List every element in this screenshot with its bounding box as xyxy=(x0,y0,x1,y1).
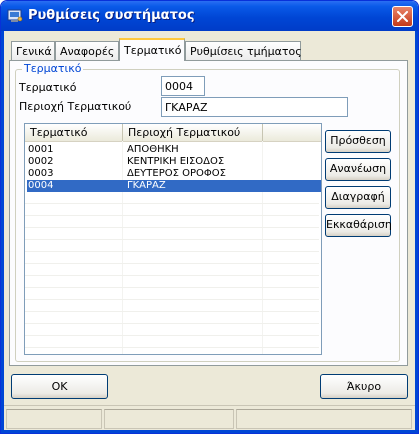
row-code: 0003 xyxy=(28,168,54,179)
empty-row-line xyxy=(25,251,319,252)
empty-row-line xyxy=(25,215,319,216)
row-area: ΔΕΥΤΕΡΟΣ ΟΡΟΦΟΣ xyxy=(127,168,226,179)
status-pane xyxy=(104,409,234,429)
tab-terminal[interactable]: Τερματικό xyxy=(119,38,185,61)
cancel-button[interactable]: Άκυρο xyxy=(320,374,408,399)
status-bar xyxy=(4,405,415,431)
table-row[interactable]: 0001 ΑΠΟΘΗΚΗ xyxy=(27,144,321,156)
window-frame-right xyxy=(415,31,418,433)
close-button[interactable] xyxy=(392,6,413,27)
empty-row-line xyxy=(25,335,319,336)
tab-general[interactable]: Γενικά xyxy=(11,41,55,60)
settings-window: Ρυθμίσεις συστήματος Γενικά Αναφορές Τερ… xyxy=(0,0,419,434)
row-code: 0004 xyxy=(28,180,54,191)
empty-row-line xyxy=(25,299,319,300)
status-pane xyxy=(236,409,412,429)
row-area: ΓΚΑΡΑΖ xyxy=(127,180,166,191)
empty-row-line xyxy=(25,239,319,240)
title-bar[interactable]: Ρυθμίσεις συστήματος xyxy=(1,1,418,31)
delete-button[interactable]: Διαγραφή xyxy=(325,186,391,209)
terminal-list[interactable]: Τερματικό Περιοχή Τερματικού 0001 ΑΠΟΘΗΚ… xyxy=(24,123,322,355)
add-button[interactable]: Πρόσθεση xyxy=(325,130,391,153)
empty-row-line xyxy=(25,287,319,288)
refresh-button[interactable]: Ανανέωση xyxy=(325,158,391,181)
terminal-area-field[interactable]: ΓΚΑΡΑΖ xyxy=(161,97,348,117)
row-code: 0002 xyxy=(28,156,54,167)
app-window-icon xyxy=(7,9,23,23)
terminal-area-label: Περιοχή Τερματικού xyxy=(19,100,132,113)
status-pane xyxy=(6,409,102,429)
table-row-selected[interactable]: 0004 ΓΚΑΡΑΖ xyxy=(27,180,321,192)
terminal-field[interactable]: 0004 xyxy=(161,76,205,96)
table-row[interactable]: 0003 ΔΕΥΤΕΡΟΣ ΟΡΟΦΟΣ xyxy=(27,168,321,180)
ok-button[interactable]: OK xyxy=(11,374,108,399)
empty-row-line xyxy=(25,275,319,276)
close-icon xyxy=(397,11,408,22)
empty-row-line xyxy=(25,311,319,312)
empty-row-line xyxy=(25,347,319,348)
empty-row-line xyxy=(25,203,319,204)
column-header-terminal[interactable]: Τερματικό xyxy=(25,124,123,141)
row-area: ΚΕΝΤΡΙΚΗ ΕΙΣΟΔΟΣ xyxy=(127,156,225,167)
empty-row-line xyxy=(25,263,319,264)
window-frame-left xyxy=(1,31,4,433)
clear-button[interactable]: Εκκαθάριση xyxy=(325,214,392,237)
empty-row-line xyxy=(25,323,319,324)
group-legend: Τερματικό xyxy=(22,62,84,75)
window-title: Ρυθμίσεις συστήματος xyxy=(28,8,195,23)
column-header-area[interactable]: Περιοχή Τερματικού xyxy=(123,124,263,141)
list-header: Τερματικό Περιοχή Τερματικού xyxy=(25,124,321,142)
row-code: 0001 xyxy=(28,144,54,155)
terminal-label: Τερματικό xyxy=(19,81,77,94)
tab-reports[interactable]: Αναφορές xyxy=(55,41,119,60)
tab-department-settings[interactable]: Ρυθμίσεις τμήματος xyxy=(185,41,302,60)
empty-row-line xyxy=(25,227,319,228)
table-row[interactable]: 0002 ΚΕΝΤΡΙΚΗ ΕΙΣΟΔΟΣ xyxy=(27,156,321,168)
tab-panel-terminal: Τερματικό Τερματικό 0004 Περιοχή Τερματι… xyxy=(9,60,408,366)
row-area: ΑΠΟΘΗΚΗ xyxy=(127,144,179,155)
